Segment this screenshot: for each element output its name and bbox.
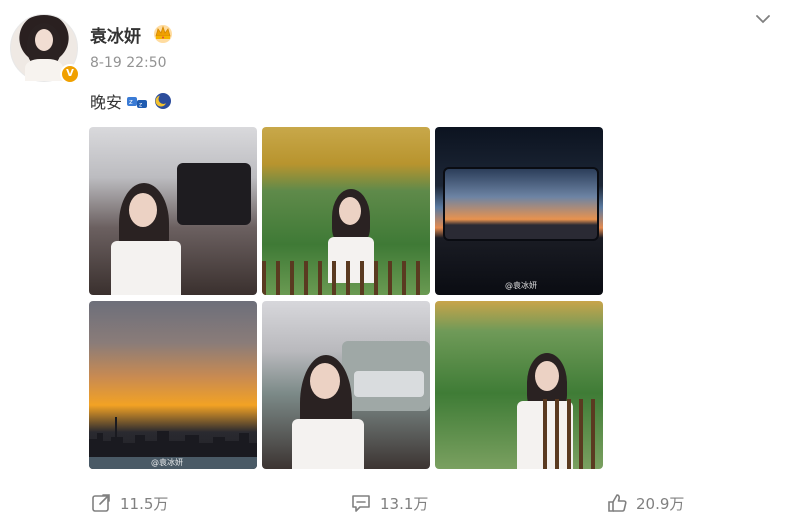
repost-count: 11.5万 bbox=[120, 494, 169, 513]
sleep-zz-icon: z z bbox=[127, 97, 148, 109]
skyline-graphic bbox=[89, 417, 257, 457]
photo-grid: @袁冰妍 @袁冰妍 bbox=[89, 127, 603, 469]
photo-2[interactable] bbox=[262, 127, 430, 295]
comment-count: 13.1万 bbox=[380, 494, 429, 513]
weibo-post: V 袁冰妍 8-19 22:50 晚安 z z @袁冰妍 @袁冰妍 11.5万 … bbox=[0, 0, 800, 528]
crescent-moon-icon bbox=[155, 93, 172, 109]
comment-button[interactable]: 13.1万 bbox=[350, 492, 428, 514]
svg-text:z: z bbox=[129, 98, 133, 106]
share-icon bbox=[92, 494, 110, 512]
photo-6[interactable] bbox=[435, 301, 603, 469]
photo-watermark: @袁冰妍 bbox=[151, 458, 183, 467]
svg-text:z: z bbox=[139, 102, 142, 109]
crown-icon bbox=[154, 25, 172, 43]
photo-4[interactable]: @袁冰妍 bbox=[89, 301, 257, 469]
username[interactable]: 袁冰妍 bbox=[90, 22, 141, 47]
post-text-content: 晚安 bbox=[90, 93, 123, 112]
repost-button[interactable]: 11.5万 bbox=[90, 492, 168, 514]
like-button[interactable]: 20.9万 bbox=[606, 492, 684, 514]
photo-watermark: @袁冰妍 bbox=[505, 281, 537, 290]
chevron-down-icon[interactable] bbox=[752, 10, 774, 28]
thumbs-up-icon bbox=[608, 494, 627, 512]
action-bar: 11.5万 13.1万 20.9万 bbox=[0, 480, 800, 528]
photo-5[interactable] bbox=[262, 301, 430, 469]
like-count: 20.9万 bbox=[636, 494, 685, 513]
photo-3[interactable]: @袁冰妍 bbox=[435, 127, 603, 295]
post-timestamp[interactable]: 8-19 22:50 bbox=[90, 55, 167, 71]
photo-1[interactable] bbox=[89, 127, 257, 295]
comment-icon bbox=[352, 495, 370, 512]
verified-badge: V bbox=[60, 64, 80, 84]
post-text: 晚安 z z bbox=[90, 89, 174, 113]
